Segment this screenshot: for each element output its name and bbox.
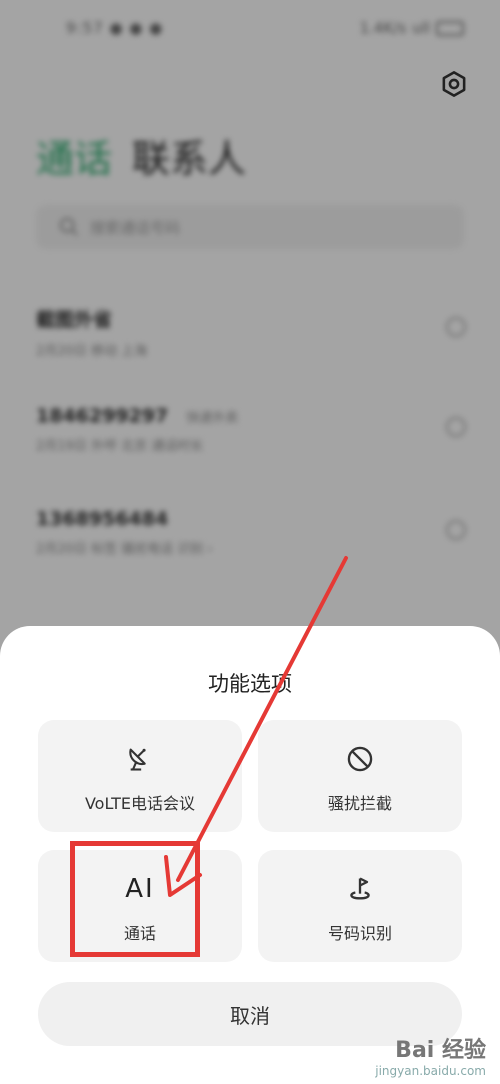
tile-label: VoLTE电话会议 [84,794,196,813]
satellite-dish-icon [129,748,146,771]
tile-volte-conference[interactable]: VoLTE电话会议 [38,720,242,832]
block-icon [347,746,373,772]
watermark-url: jingyan.baidu.com [375,1064,486,1078]
number-recognition-icon [350,877,370,900]
tile-label: 号码识别 [327,924,392,943]
highlight-box [70,841,200,957]
tile-number-recognition[interactable]: 号码识别 [258,850,462,962]
tile-label: 骚扰拦截 [327,794,392,813]
watermark-logo: Bai 经验 [395,1038,486,1063]
tile-harassment-block[interactable]: 骚扰拦截 [258,720,462,832]
sheet-title: 功能选项 [208,672,292,696]
watermark: Bai 经验 jingyan.baidu.com [375,1032,486,1078]
